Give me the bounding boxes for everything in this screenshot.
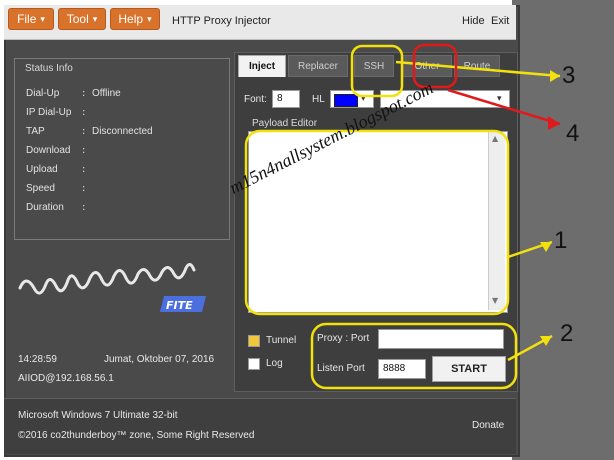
- ssh-tab-highlight: [350, 44, 404, 98]
- annotation-number-4: 4: [566, 120, 580, 147]
- annotation-overlay: [244, 43, 561, 390]
- arrow-3-line: [395, 60, 561, 78]
- proxy-port-highlight: [310, 322, 518, 390]
- annotation-number-2: 2: [560, 320, 574, 347]
- annotation-number-3: 3: [562, 62, 576, 89]
- arrow-3-head: [550, 70, 560, 82]
- arrow-4-line: [447, 88, 561, 126]
- arrow-1-head: [540, 242, 552, 252]
- arrow-4-head: [548, 116, 560, 130]
- annotation-number-1: 1: [554, 227, 568, 254]
